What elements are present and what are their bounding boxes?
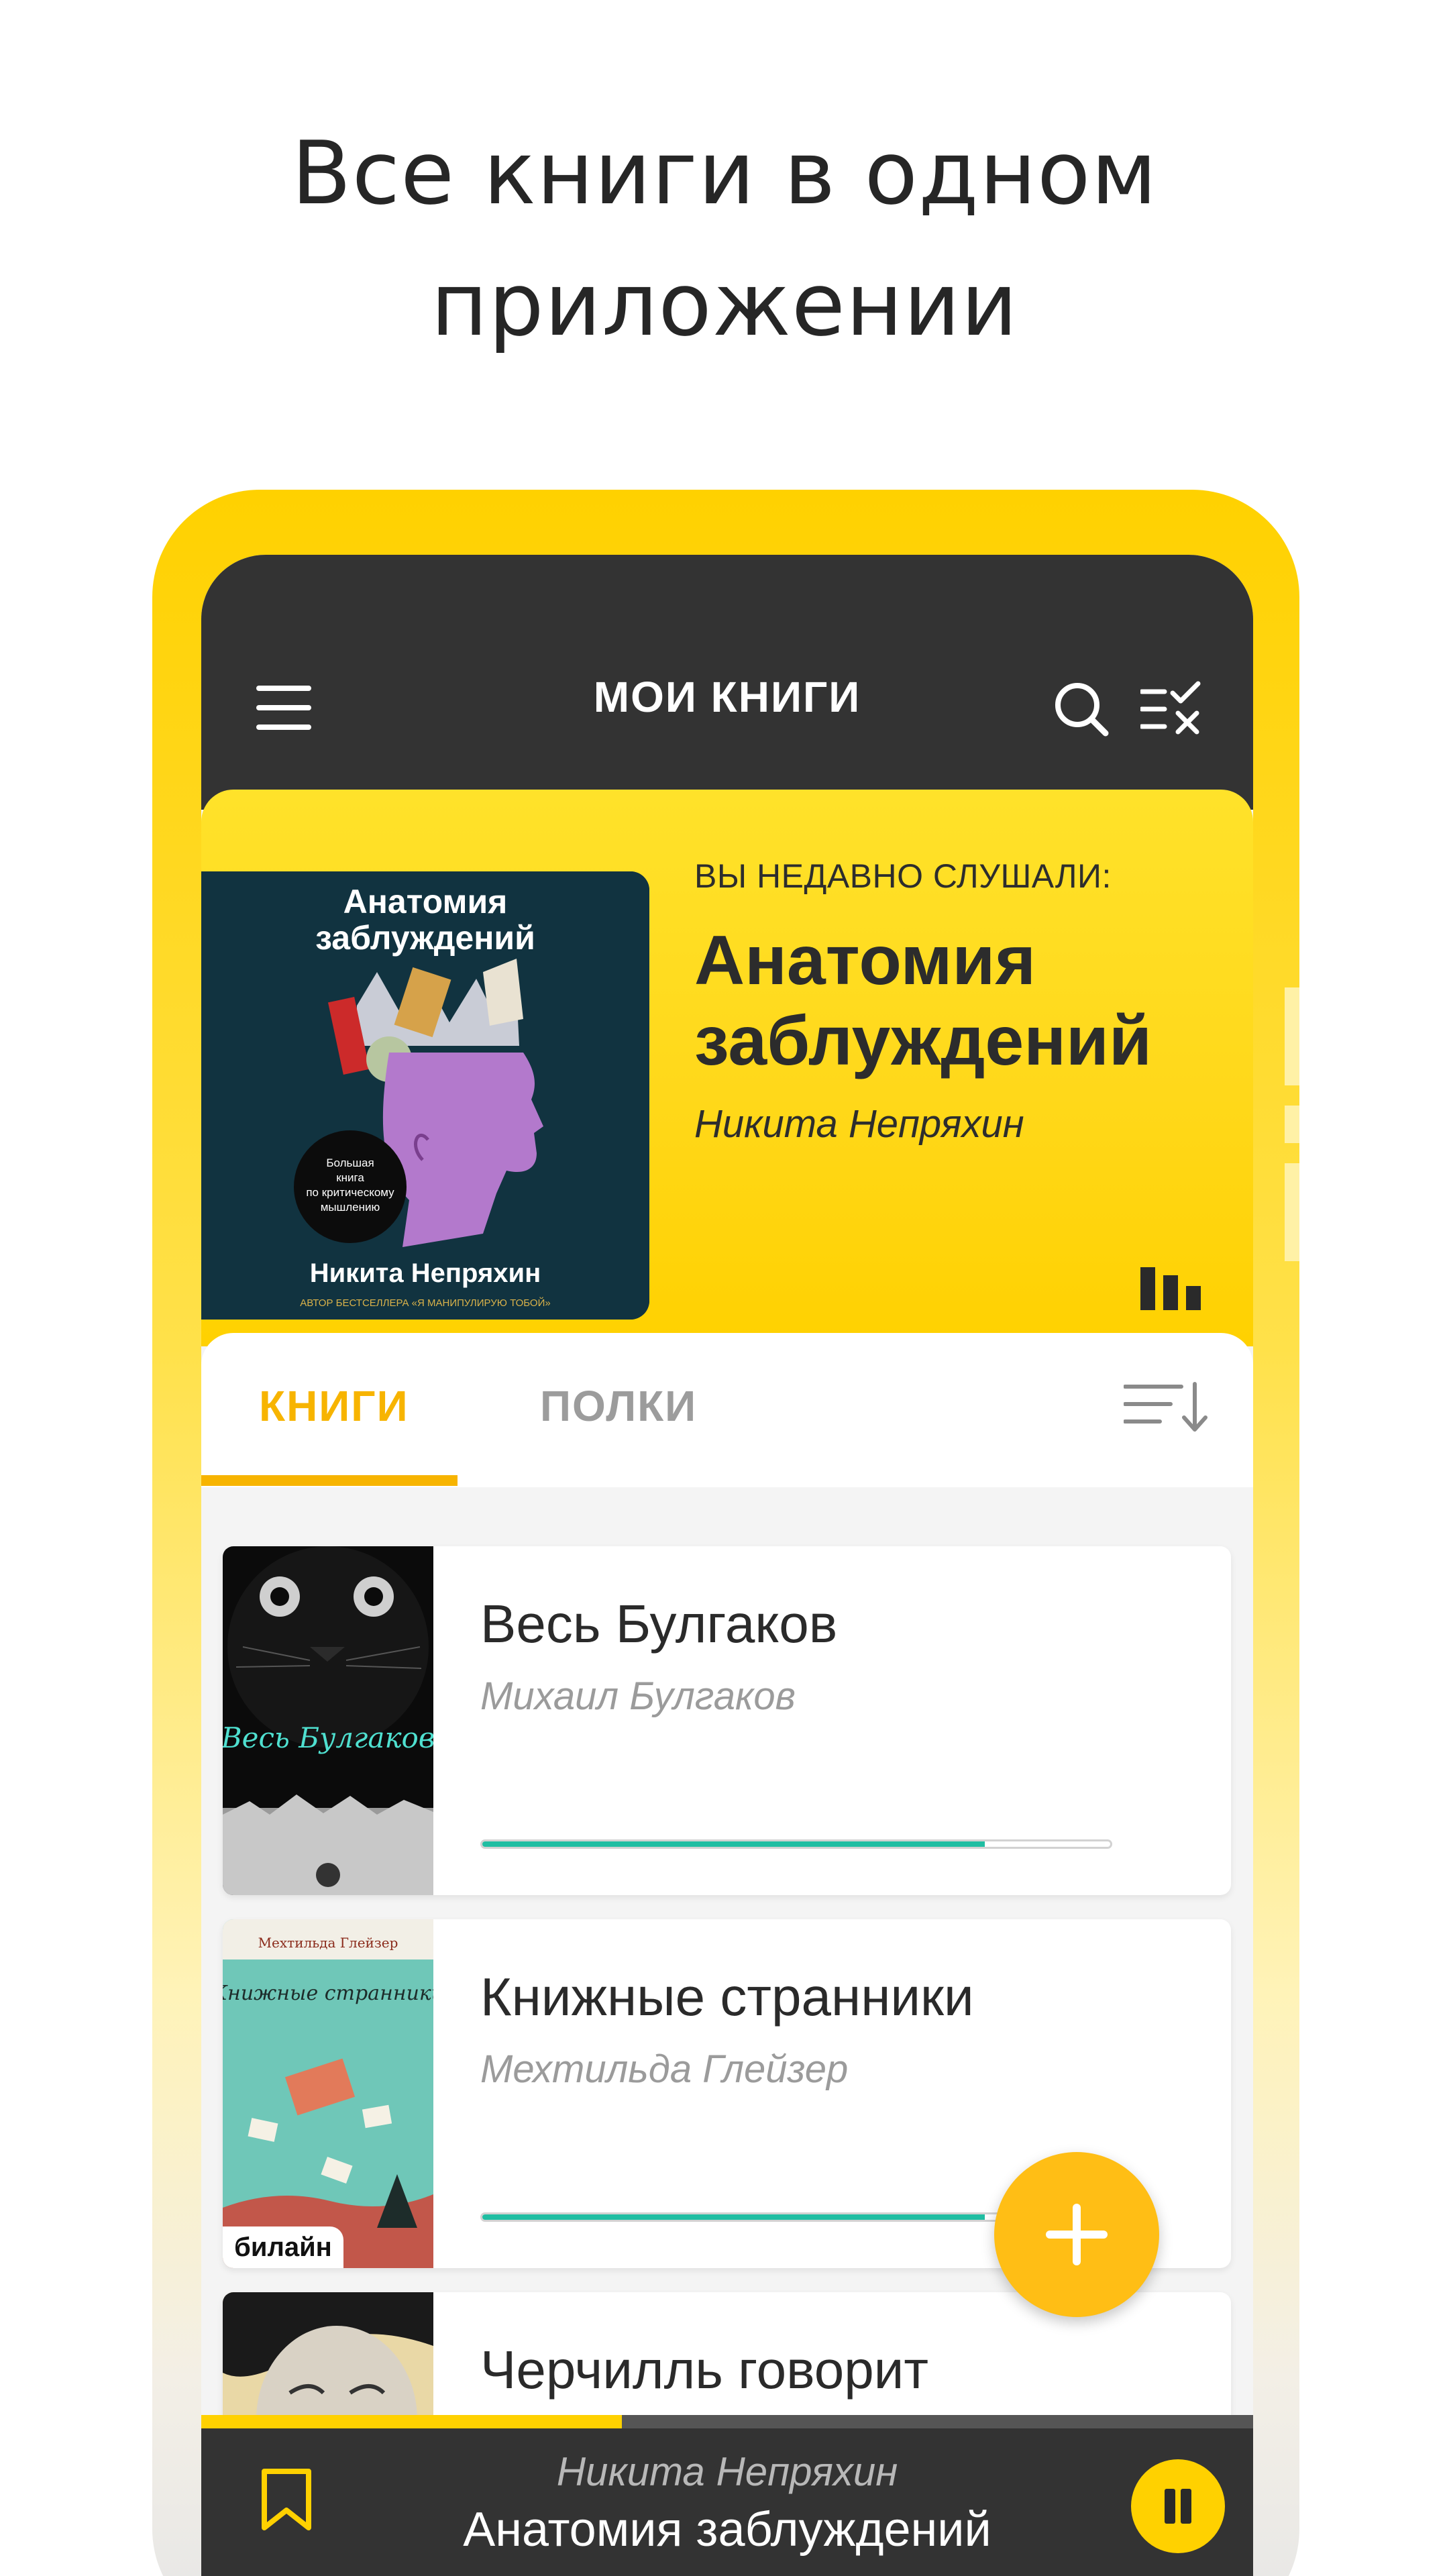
side-button xyxy=(1285,1163,1299,1261)
cover-title-line-2: заблуждений xyxy=(315,919,535,957)
cover-badge-line-3: по критическому xyxy=(306,1186,394,1199)
cover-tagline: АВТОР БЕСТСЕЛЛЕРА «Я МАНИПУЛИРУЮ ТОБОЙ» xyxy=(300,1297,550,1309)
player-author: Никита Непряхин xyxy=(556,2449,898,2494)
promo-headline: Все книги в одном приложении xyxy=(0,107,1449,370)
pause-button[interactable] xyxy=(1131,2459,1225,2553)
book-cover-main[interactable]: Анатомия заблуждений Большая книга по кр… xyxy=(201,871,649,1320)
plus-icon xyxy=(1046,2204,1108,2265)
cover-illustration: Мехтильда Глейзер Книжные странники xyxy=(223,1919,433,2268)
mini-player[interactable]: Никита Непряхин Анатомия заблуждений xyxy=(201,2415,1253,2576)
book-title: Весь Булгаков xyxy=(480,1594,838,1654)
cover-author: Никита Непряхин xyxy=(310,1258,541,1288)
book-title: Черчилль говорит xyxy=(480,2340,929,2400)
book-title: Книжные странники xyxy=(480,1967,974,2027)
cover-title: Книжные странники xyxy=(223,1982,433,2005)
tab-active-indicator xyxy=(201,1475,458,1486)
book-author: Мехтильда Глейзер xyxy=(480,2047,849,2091)
headline-line-2: приложении xyxy=(431,254,1018,356)
book-author: Михаил Булгаков xyxy=(480,1674,796,1718)
sort-icon[interactable] xyxy=(1124,1380,1210,1434)
book-progress-bar xyxy=(480,1839,1112,1849)
recently-listened-panel[interactable]: Анатомия заблуждений Большая книга по кр… xyxy=(201,790,1253,1346)
brand-label: билайн xyxy=(223,2226,343,2268)
book-progress-fill xyxy=(482,2214,985,2220)
search-icon[interactable] xyxy=(1053,681,1110,737)
cover-title: Весь Булгаков xyxy=(223,1721,433,1754)
pause-icon xyxy=(1165,2489,1175,2524)
recent-book-title[interactable]: Анатомия заблуждений xyxy=(694,920,1231,1081)
player-progress-fill xyxy=(201,2415,623,2428)
equalizer-icon[interactable] xyxy=(1140,1267,1201,1310)
book-list-item[interactable]: Весь Булгаков Весь Булгаков Михаил Булга… xyxy=(223,1546,1231,1895)
book-progress-fill xyxy=(482,1841,985,1847)
tab-shelves[interactable]: ПОЛКИ xyxy=(540,1381,697,1431)
player-title: Анатомия заблуждений xyxy=(463,2503,991,2557)
recent-label: ВЫ НЕДАВНО СЛУШАЛИ: xyxy=(694,857,1112,895)
cover-title-line-1: Анатомия xyxy=(343,883,508,920)
cover-illustration: Весь Булгаков xyxy=(223,1546,433,1895)
headline-line-1: Все книги в одном xyxy=(291,122,1158,224)
tab-books[interactable]: КНИГИ xyxy=(259,1381,409,1431)
side-button xyxy=(1285,987,1299,1085)
app-bar: МОИ КНИГИ xyxy=(201,555,1253,810)
cover-badge-line-2: книга xyxy=(336,1171,364,1184)
cover-top-author: Мехтильда Глейзер xyxy=(258,1935,398,1951)
recent-book-author: Никита Непряхин xyxy=(694,1102,1024,1146)
side-button xyxy=(1285,1106,1299,1143)
player-progress-bar[interactable] xyxy=(201,2415,1253,2428)
book-cover[interactable]: Весь Булгаков xyxy=(223,1546,433,1895)
add-book-button[interactable] xyxy=(994,2152,1159,2317)
cover-badge-line-1: Большая xyxy=(326,1157,374,1169)
checklist-icon[interactable] xyxy=(1140,681,1202,737)
book-cover[interactable]: Мехтильда Глейзер Книжные странники била… xyxy=(223,1919,433,2268)
pause-icon xyxy=(1181,2489,1191,2524)
cover-badge-line-4: мышлению xyxy=(321,1201,380,1214)
tabs-bar: КНИГИ ПОЛКИ xyxy=(201,1333,1253,1487)
cover-illustration: Анатомия заблуждений Большая книга по кр… xyxy=(201,871,649,1320)
